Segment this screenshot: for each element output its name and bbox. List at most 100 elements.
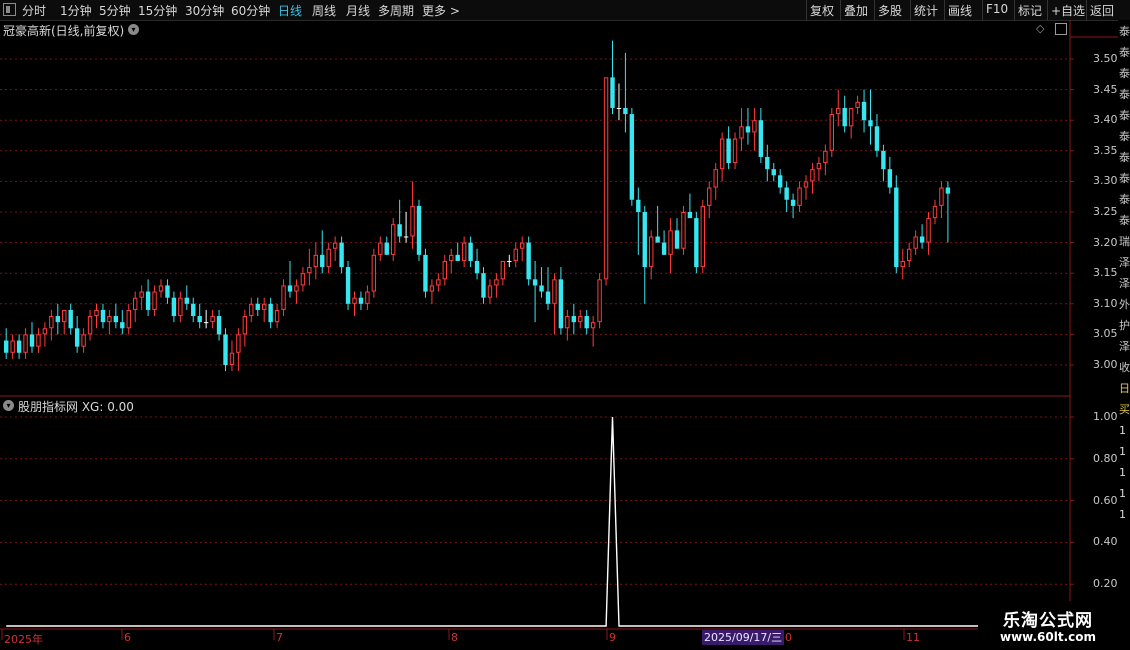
candle-body	[719, 138, 725, 170]
candle-body	[307, 267, 312, 274]
candle-body	[384, 242, 389, 255]
candle-body	[894, 187, 899, 268]
candle-body	[216, 316, 222, 335]
candle-body	[803, 181, 809, 188]
side-strip-char: 泽	[1119, 340, 1130, 353]
candle-body	[68, 309, 73, 329]
candle-body	[907, 248, 912, 261]
candle-body	[197, 316, 202, 323]
indicator-title: 股朋指标网 XG: 0.00	[18, 400, 134, 414]
candle-body	[752, 120, 757, 133]
main-y-tick-label: 3.50	[1093, 52, 1118, 65]
side-strip-char: 1	[1119, 487, 1126, 500]
indicator-y-tick-label: 1.00	[1093, 410, 1118, 423]
candle-body	[816, 163, 822, 170]
side-strip-char: 泰	[1119, 88, 1130, 101]
candle-body	[868, 120, 873, 127]
side-strip-char: 买	[1119, 403, 1130, 416]
watermark-logo: 乐淘公式网 www.60lt.com	[978, 601, 1118, 650]
candle-body	[790, 199, 796, 206]
main-y-tick-label: 3.15	[1093, 266, 1118, 280]
candle-body	[126, 309, 131, 329]
candle-body	[436, 279, 441, 286]
candle-body	[494, 279, 499, 286]
candle-body	[778, 175, 783, 188]
side-strip-char: 泰	[1119, 130, 1130, 143]
candle-body	[668, 230, 673, 255]
side-strip-char: 泽	[1119, 277, 1130, 290]
candle-body	[674, 230, 680, 249]
kline-chart[interactable]	[0, 0, 1130, 650]
main-y-tick-label: 3.00	[1093, 358, 1118, 371]
candle-body	[726, 138, 731, 164]
xg-signal-line	[6, 416, 1070, 627]
candle-body	[4, 340, 9, 353]
side-strip-char: 1	[1119, 445, 1126, 458]
candle-body	[797, 187, 802, 206]
indicator-y-tick-label: 0.40	[1093, 535, 1118, 549]
candle-body	[771, 169, 776, 176]
candle-body	[610, 77, 615, 108]
candle-body	[455, 254, 460, 261]
candle-body	[848, 107, 854, 127]
candle-body	[919, 236, 925, 243]
main-y-tick-label: 3.10	[1093, 296, 1118, 310]
candle-body	[526, 242, 531, 280]
candle-body	[945, 187, 951, 194]
side-strip-char: 泰	[1119, 193, 1130, 206]
candle-body	[87, 316, 93, 335]
candle-body	[107, 316, 112, 323]
indicator-dropdown-icon[interactable]: ▾	[3, 400, 14, 411]
candle-body	[629, 114, 635, 200]
main-y-tick-label: 3.40	[1093, 113, 1118, 127]
candle-body	[287, 285, 293, 292]
candle-body	[558, 279, 564, 329]
candle-body	[745, 126, 751, 133]
candle-body	[829, 114, 834, 151]
candle-body	[145, 291, 151, 310]
side-strip-char: 瑞	[1119, 235, 1130, 248]
candle-body	[397, 224, 402, 237]
candle-body	[913, 236, 918, 249]
candle-body	[410, 205, 415, 237]
candle-body	[874, 126, 880, 151]
candle-body	[249, 303, 254, 317]
candle-body	[313, 254, 319, 268]
side-strip-char: 泰	[1119, 214, 1130, 227]
candle-body	[681, 212, 686, 249]
candle-body	[120, 322, 125, 329]
candle-body	[210, 316, 215, 323]
candle-body	[520, 242, 525, 249]
candle-body	[42, 328, 48, 335]
candle-body	[590, 322, 596, 329]
indicator-y-tick-label: 0.60	[1093, 493, 1118, 507]
candle-body	[687, 212, 693, 219]
date-label: 7	[276, 631, 283, 644]
candle-body	[758, 120, 764, 157]
candle-body	[842, 107, 847, 127]
candle-body	[784, 187, 789, 200]
date-label: 2025年	[4, 633, 43, 646]
candle-body	[584, 316, 589, 329]
candle-body	[23, 334, 28, 353]
candle-body	[326, 248, 331, 268]
candle-body	[339, 242, 344, 268]
side-strip-char: 泰	[1119, 25, 1130, 38]
main-y-tick-label: 3.35	[1093, 143, 1118, 157]
candle-body	[165, 285, 170, 298]
candle-body	[391, 224, 396, 255]
candle-body	[300, 273, 306, 286]
candle-body	[539, 285, 544, 292]
candle-body	[507, 260, 512, 262]
candle-body	[36, 334, 41, 347]
date-label: 8	[451, 631, 458, 644]
candle-body	[881, 150, 886, 170]
side-strip-char: 泰	[1119, 172, 1130, 185]
candle-body	[578, 316, 583, 323]
cursor-date: 2025/09/17/三	[702, 630, 785, 645]
candle-body	[100, 309, 106, 323]
candle-body	[184, 297, 189, 304]
candle-body	[274, 309, 280, 323]
candle-body	[158, 285, 164, 292]
candle-body	[481, 273, 486, 298]
